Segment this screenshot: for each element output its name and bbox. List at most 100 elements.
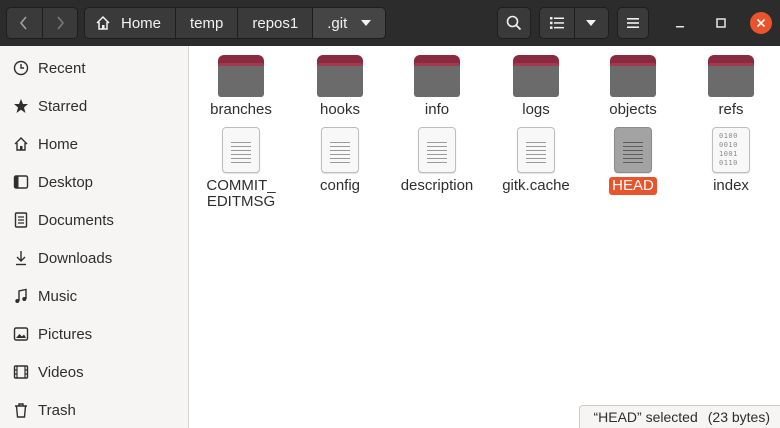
download-icon [12, 249, 30, 267]
list-view-icon [549, 17, 564, 29]
minimize-icon [676, 26, 684, 28]
view-options-dropdown[interactable] [573, 8, 608, 38]
trash-icon [12, 401, 30, 419]
search-button[interactable] [497, 7, 531, 39]
breadcrumb-label: .git [327, 14, 348, 32]
music-icon [12, 287, 30, 305]
search-icon [506, 15, 522, 31]
close-button[interactable] [750, 12, 772, 34]
breadcrumb-repos1[interactable]: repos1 [237, 8, 313, 38]
sidebar-item-videos[interactable]: Videos [0, 354, 188, 390]
menu-button[interactable] [617, 7, 649, 39]
selection-size: (23 bytes) [707, 409, 770, 425]
chevron-left-icon [20, 16, 27, 30]
folder-item[interactable]: objects [585, 55, 681, 119]
sidebar-item-music[interactable]: Music [0, 278, 188, 314]
chevron-right-icon [57, 16, 64, 30]
video-icon [12, 363, 30, 381]
dropdown-arrow-icon [361, 20, 372, 26]
file-name: hooks [319, 101, 361, 118]
file-name: branches [210, 101, 272, 118]
breadcrumb-temp[interactable]: temp [175, 8, 238, 38]
file-name: HEAD [609, 177, 657, 195]
back-button[interactable] [7, 8, 42, 38]
sidebar: Recent Starred Home Desktop Documents Do… [0, 46, 189, 428]
file-name: index [713, 177, 749, 194]
sidebar-item-label: Videos [38, 363, 84, 381]
sidebar-item-pictures[interactable]: Pictures [0, 316, 188, 352]
sidebar-item-label: Trash [38, 401, 76, 419]
list-view-button[interactable] [540, 8, 574, 38]
file-name: info [424, 101, 450, 118]
folder-icon [317, 55, 363, 97]
sidebar-item-label: Home [38, 135, 79, 153]
sidebar-item-label: Documents [38, 211, 114, 229]
forward-button[interactable] [41, 8, 77, 38]
folder-item[interactable]: info [389, 55, 485, 119]
text-file-icon [321, 127, 359, 173]
file-item-selected[interactable]: HEAD [585, 127, 681, 195]
folder-item[interactable]: logs [488, 55, 584, 119]
maximize-button[interactable] [710, 12, 732, 34]
sidebar-item-recent[interactable]: Recent [0, 50, 188, 86]
file-name: gitk.cache [502, 177, 570, 194]
breadcrumb: Home temp repos1 .git [84, 7, 387, 39]
file-item[interactable]: gitk.cache [488, 127, 584, 195]
status-bar: “HEAD” selected (23 bytes) [579, 405, 780, 428]
navigation-buttons [6, 7, 78, 39]
text-file-icon [222, 127, 260, 173]
sidebar-item-label: Desktop [38, 173, 94, 191]
file-name: refs [718, 101, 744, 118]
sidebar-item-label: Recent [38, 59, 86, 77]
sidebar-item-documents[interactable]: Documents [0, 202, 188, 238]
text-file-icon [614, 127, 652, 173]
file-name: logs [522, 101, 550, 118]
sidebar-item-label: Pictures [38, 325, 93, 343]
folder-item[interactable]: hooks [292, 55, 388, 119]
file-name: config [319, 177, 361, 194]
breadcrumb-label: Home [121, 14, 162, 32]
file-item[interactable]: 0100 0010 1001 0110 index [683, 127, 779, 195]
header-bar: Home temp repos1 .git [0, 0, 780, 46]
folder-icon [218, 55, 264, 97]
minimize-button[interactable] [669, 12, 691, 34]
star-icon [12, 97, 30, 115]
clock-icon [12, 59, 30, 77]
sidebar-item-label: Starred [38, 97, 88, 115]
hamburger-menu-icon [627, 18, 639, 28]
maximize-icon [716, 18, 726, 28]
file-item[interactable]: config [292, 127, 388, 195]
file-item[interactable]: description [389, 127, 485, 195]
breadcrumb-label: repos1 [252, 14, 299, 32]
document-icon [12, 211, 30, 229]
home-icon [12, 135, 30, 153]
sidebar-item-trash[interactable]: Trash [0, 392, 188, 428]
file-grid: branches hooks info logs objects refs CO… [190, 46, 780, 428]
folder-item[interactable]: branches [193, 55, 289, 119]
file-name: description [400, 177, 474, 194]
breadcrumb-git[interactable]: .git [312, 8, 386, 38]
text-file-icon [517, 127, 555, 173]
file-name: COMMIT_ EDITMSG [206, 177, 276, 210]
folder-item[interactable]: refs [683, 55, 779, 119]
text-file-icon [418, 127, 456, 173]
home-icon [95, 15, 111, 31]
dropdown-arrow-icon [586, 20, 597, 26]
folder-icon [513, 55, 559, 97]
folder-icon [414, 55, 460, 97]
breadcrumb-label: temp [190, 14, 224, 32]
sidebar-item-home[interactable]: Home [0, 126, 188, 162]
sidebar-item-desktop[interactable]: Desktop [0, 164, 188, 200]
binary-file-icon: 0100 0010 1001 0110 [712, 127, 750, 173]
sidebar-item-label: Music [38, 287, 78, 305]
breadcrumb-home[interactable]: Home [85, 8, 176, 38]
selection-status: “HEAD” selected [593, 409, 698, 425]
file-item[interactable]: COMMIT_ EDITMSG [193, 127, 289, 211]
view-options [539, 7, 609, 39]
sidebar-item-label: Downloads [38, 249, 113, 267]
sidebar-item-starred[interactable]: Starred [0, 88, 188, 124]
file-name: objects [609, 101, 657, 118]
desktop-icon [12, 173, 30, 191]
picture-icon [12, 325, 30, 343]
sidebar-item-downloads[interactable]: Downloads [0, 240, 188, 276]
